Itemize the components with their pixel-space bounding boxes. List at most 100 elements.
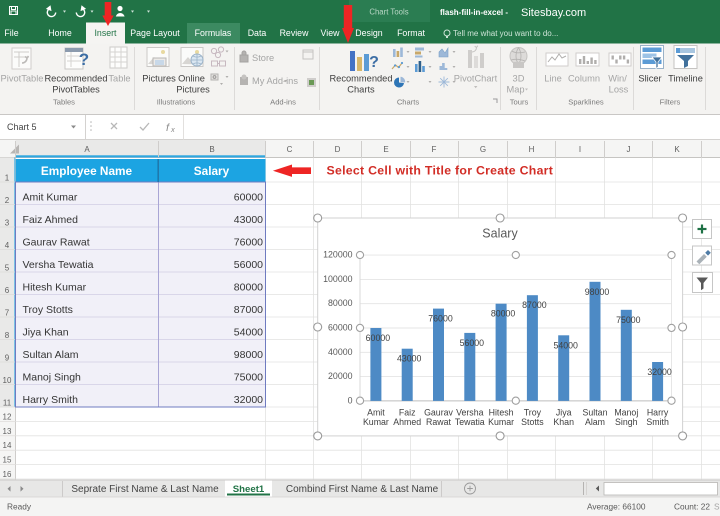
svg-text:1: 1 [5,174,10,183]
svg-text:Amit: Amit [367,408,385,418]
svg-text:Hitesh: Hitesh [489,408,514,418]
svg-text:14: 14 [3,441,12,450]
svg-text:Hitesh Kumar: Hitesh Kumar [23,282,87,294]
svg-text:Sparklines: Sparklines [568,98,604,107]
svg-text:Versha Tewatia: Versha Tewatia [23,259,94,271]
svg-text:J: J [627,145,631,154]
svg-text:Add-ins: Add-ins [270,98,296,107]
svg-text:Recommended: Recommended [44,74,107,84]
svg-text:8: 8 [5,331,10,340]
svg-text:Gaurav: Gaurav [424,408,453,418]
svg-text:Win/: Win/ [608,74,627,84]
svg-text:54000: 54000 [553,340,578,350]
svg-text:54000: 54000 [234,327,263,339]
svg-text:Jiya: Jiya [556,408,572,418]
svg-text:Harry: Harry [647,408,669,418]
svg-text:View: View [321,28,341,38]
svg-text:11: 11 [3,399,12,408]
svg-text:Recommended: Recommended [329,74,392,84]
svg-text:Sultan Alam: Sultan Alam [23,349,79,361]
svg-text:Charts: Charts [397,98,420,107]
svg-text:Slicer: Slicer [638,74,661,84]
svg-text:Review: Review [280,28,309,38]
svg-text:15: 15 [3,456,12,465]
svg-text:Table: Table [108,74,130,84]
svg-text:2: 2 [5,196,10,205]
svg-text:Insert: Insert [94,28,117,38]
svg-text:Ahmed: Ahmed [393,417,421,427]
svg-text:Line: Line [544,74,562,84]
svg-text:80000: 80000 [234,282,263,294]
svg-text:E: E [383,145,388,154]
svg-text:Singh: Singh [615,417,638,427]
svg-text:Combind First Name & Last Name: Combind First Name & Last Name [286,484,439,495]
svg-text:Design: Design [355,28,382,38]
svg-text:Charts: Charts [347,85,375,95]
svg-text:10: 10 [3,376,12,385]
svg-text:Faiz: Faiz [399,408,416,418]
svg-text:Home: Home [48,28,72,38]
svg-text:Store: Store [252,53,274,63]
svg-text:5: 5 [5,264,10,273]
svg-text:Kumar: Kumar [363,417,389,427]
svg-text:Versha: Versha [456,408,483,418]
svg-text:Column: Column [568,74,600,84]
svg-text:Khan: Khan [553,417,574,427]
svg-text:Smith: Smith [646,417,669,427]
svg-text:G: G [480,145,486,154]
svg-text:H: H [529,145,535,154]
svg-text:Amit Kumar: Amit Kumar [23,192,78,204]
svg-text:32000: 32000 [234,394,263,406]
svg-text:Gaurav Rawat: Gaurav Rawat [23,237,90,249]
svg-text:76000: 76000 [428,314,453,324]
svg-text:Kumar: Kumar [488,417,514,427]
svg-text:75000: 75000 [616,315,641,325]
svg-text:Salary: Salary [194,164,230,178]
svg-text:Tours: Tours [510,98,529,107]
svg-text:4: 4 [5,241,10,250]
svg-text:7: 7 [5,309,10,318]
svg-text:80000: 80000 [328,298,353,308]
svg-text:Troy Stotts: Troy Stotts [23,304,73,316]
svg-text:Filters: Filters [660,98,681,107]
svg-text:Count: 22: Count: 22 [674,502,710,512]
svg-text:16: 16 [3,470,12,479]
svg-text:87000: 87000 [234,304,263,316]
svg-text:?: ? [369,54,379,71]
svg-text:3: 3 [5,219,10,228]
svg-text:Manoj Singh: Manoj Singh [23,372,82,384]
svg-text:Average: 66100: Average: 66100 [587,502,646,512]
svg-text:Salary: Salary [482,227,518,241]
svg-text:PivotChart: PivotChart [454,74,498,84]
svg-text:Map: Map [506,85,524,95]
svg-text:20000: 20000 [328,371,353,381]
svg-text:Format: Format [397,28,425,38]
svg-text:PivotTable: PivotTable [1,74,44,84]
svg-text:F: F [432,145,437,154]
svg-text:Tell me what you want to do...: Tell me what you want to do... [453,29,558,38]
svg-text:Timeline: Timeline [668,74,703,84]
svg-text:Pictures: Pictures [142,74,176,84]
svg-text:75000: 75000 [234,372,263,384]
svg-text:C: C [287,145,293,154]
svg-text:PivotTables: PivotTables [52,85,100,95]
svg-text:flash-fill-in-excel -: flash-fill-in-excel - [440,8,508,17]
svg-text:Illustrations: Illustrations [157,98,196,107]
svg-text:40000: 40000 [328,347,353,357]
svg-text:Manoj: Manoj [614,408,638,418]
svg-text:Select Cell with Title for Cre: Select Cell with Title for Create Chart [327,164,554,178]
svg-text:Sultan: Sultan [583,408,608,418]
svg-text:Stotts: Stotts [521,417,544,427]
svg-text:80000: 80000 [491,309,516,319]
svg-text:Tewatia: Tewatia [455,417,485,427]
svg-text:98000: 98000 [585,287,610,297]
svg-text:Troy: Troy [524,408,542,418]
svg-text:Page Layout: Page Layout [130,28,180,38]
svg-text:43000: 43000 [397,354,422,364]
svg-text:Data: Data [248,28,267,38]
svg-text:13: 13 [3,427,12,436]
svg-text:A: A [84,145,90,154]
svg-text:Jiya Khan: Jiya Khan [23,327,69,339]
svg-text:Ready: Ready [7,502,32,512]
svg-text:B: B [209,145,214,154]
